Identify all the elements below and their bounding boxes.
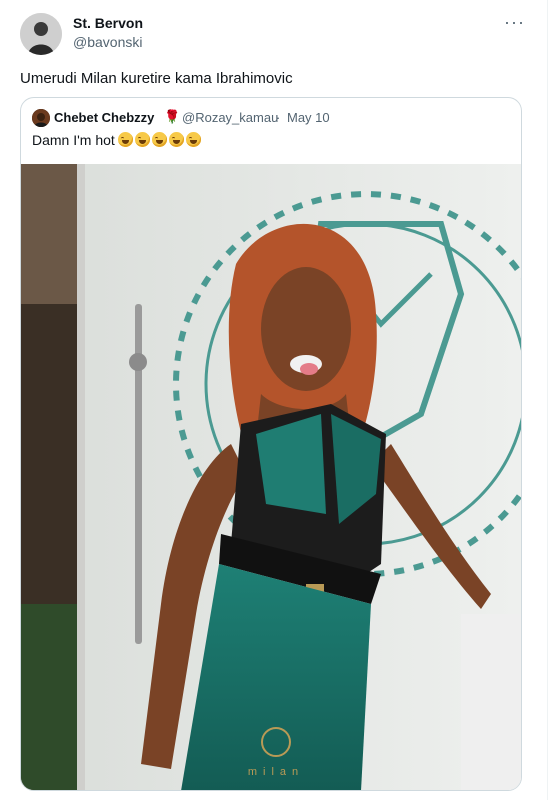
rose-icon: 🌹 <box>164 109 181 124</box>
more-options-icon[interactable]: ··· <box>504 12 525 33</box>
quoted-name[interactable]: Chebet Chebzzy <box>54 110 154 125</box>
tweet-text: Umerudi Milan kuretire kama Ibrahimovic <box>20 70 293 87</box>
grinning-sweat-emoji-icon <box>169 132 184 147</box>
tweet[interactable]: St. Bervon @bavonski ··· Umerudi Milan k… <box>0 0 548 800</box>
separator-dot: · <box>276 110 281 125</box>
emoji-row <box>118 132 201 147</box>
quoted-tweet[interactable]: Chebet Chebzzy 🌹 @Rozay_kamau · May 10 D… <box>20 97 522 791</box>
author-avatar[interactable] <box>20 13 62 55</box>
grinning-sweat-emoji-icon <box>135 132 150 147</box>
grinning-sweat-emoji-icon <box>118 132 133 147</box>
grinning-sweat-emoji-icon <box>152 132 167 147</box>
quoted-avatar[interactable] <box>32 109 50 127</box>
photo-watermark: milan <box>248 766 304 778</box>
author-handle[interactable]: @bavonski <box>73 34 142 50</box>
quoted-photo[interactable]: milan <box>21 164 521 790</box>
quoted-text: Damn I'm hot <box>32 132 115 148</box>
author-name[interactable]: St. Bervon <box>73 15 143 31</box>
grinning-sweat-emoji-icon <box>186 132 201 147</box>
quoted-date[interactable]: May 10 <box>287 110 330 125</box>
quoted-handle[interactable]: @Rozay_kamau <box>182 110 278 125</box>
